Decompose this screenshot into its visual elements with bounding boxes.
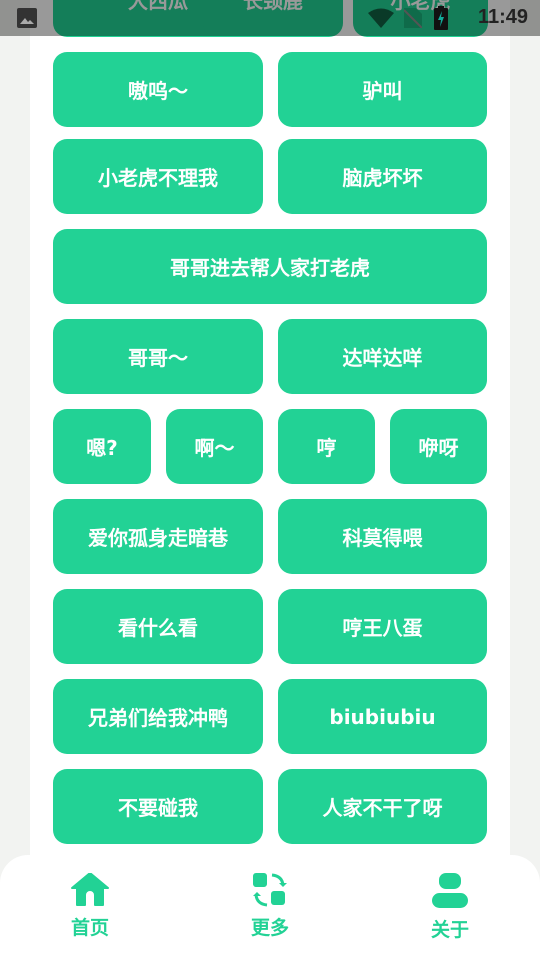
sound-button[interactable]: 哥哥进去帮人家打老虎 (53, 229, 487, 304)
bottom-nav: 首页 更多 关于 (0, 855, 540, 960)
nav-label: 更多 (250, 917, 289, 939)
sound-button[interactable]: 嗯? (53, 409, 151, 484)
sound-button[interactable]: 咿呀 (390, 409, 487, 484)
status-time: 11:49 (477, 6, 528, 28)
no-sim-icon (404, 8, 422, 28)
home-icon (71, 873, 109, 906)
gallery-icon (17, 8, 37, 28)
sound-button[interactable]: 哼 (278, 409, 375, 484)
sound-button[interactable]: 达咩达咩 (278, 319, 487, 394)
nav-more[interactable]: 更多 (210, 855, 330, 960)
nav-about[interactable]: 关于 (390, 855, 510, 960)
nav-label: 首页 (70, 917, 109, 939)
sound-button[interactable]: 爱你孤身走暗巷 (53, 499, 263, 574)
sound-button[interactable]: 兄弟们给我冲鸭 (53, 679, 263, 754)
sound-button[interactable]: 人家不干了呀 (278, 769, 487, 844)
person-icon (432, 873, 468, 908)
swap-icon (253, 873, 287, 907)
sound-button[interactable]: 哥哥～ (53, 319, 263, 394)
sound-button[interactable]: 嗷呜～ (53, 52, 263, 127)
sound-button[interactable]: 脑虎坏坏 (278, 139, 487, 214)
status-bar: 11:49 (0, 0, 540, 36)
nav-home[interactable]: 首页 (30, 855, 150, 960)
sound-button[interactable]: 啊～ (166, 409, 263, 484)
wifi-icon (368, 8, 394, 28)
battery-charging-icon (434, 6, 448, 30)
sound-button[interactable]: 小老虎不理我 (53, 139, 263, 214)
sound-button[interactable]: 科莫得喂 (278, 499, 487, 574)
sound-button[interactable]: 驴叫 (278, 52, 487, 127)
nav-label: 关于 (430, 919, 469, 941)
sound-button[interactable]: 哼王八蛋 (278, 589, 487, 664)
sound-button[interactable]: 看什么看 (53, 589, 263, 664)
sound-button[interactable]: 不要碰我 (53, 769, 263, 844)
sound-button[interactable]: biubiubiu (278, 679, 487, 754)
